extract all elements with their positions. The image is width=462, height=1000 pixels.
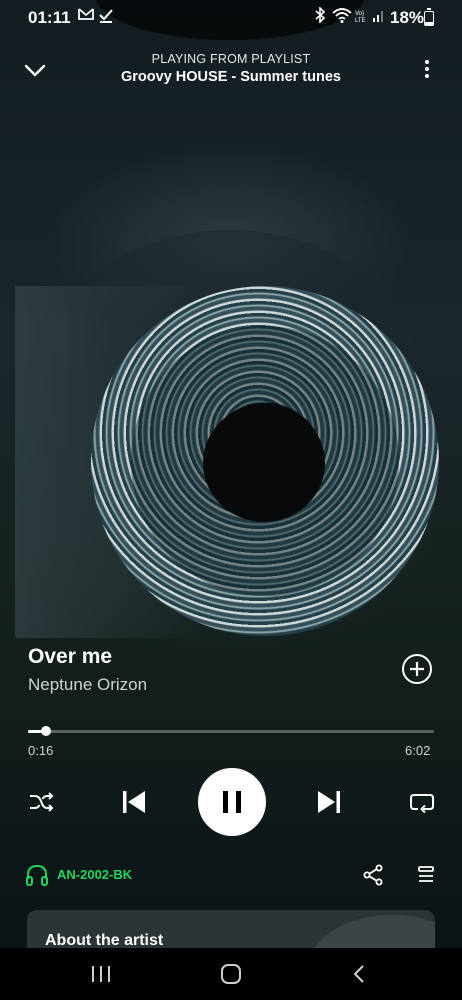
progress-bar[interactable] [28, 726, 434, 736]
download-done-icon [98, 7, 114, 27]
queue-icon[interactable] [415, 865, 437, 885]
total-duration: 6:02 [405, 743, 431, 758]
status-time: 01:11 [28, 8, 71, 27]
battery-icon [424, 8, 434, 26]
playlist-name[interactable]: Groovy HOUSE - Summer tunes [0, 69, 462, 85]
track-title[interactable]: Over me [28, 645, 112, 669]
pause-icon [223, 791, 241, 813]
share-icon[interactable] [362, 864, 384, 886]
artist-photo [307, 915, 435, 950]
back-icon[interactable] [350, 962, 368, 986]
track-artist[interactable]: Neptune Orizon [28, 675, 147, 695]
pause-button[interactable] [198, 768, 266, 836]
volte-icon: Vo) LTE [355, 9, 371, 27]
playing-from-label: PLAYING FROM PLAYLIST [151, 52, 311, 66]
skip-previous-icon[interactable] [120, 788, 148, 816]
signal-icon [372, 7, 386, 27]
repeat-icon[interactable] [408, 789, 436, 815]
battery-percent: 18% [390, 8, 425, 27]
about-artist-card[interactable]: About the artist [27, 910, 435, 950]
more-vertical-icon[interactable] [418, 57, 436, 81]
gmail-notification-icon [78, 7, 94, 25]
headphones-icon [25, 863, 49, 892]
status-bar: 01:11 Vo) LTE 18% [0, 0, 462, 34]
navigation-bar [0, 948, 462, 1000]
shuffle-icon[interactable] [28, 789, 54, 815]
elapsed-time: 0:16 [28, 743, 54, 758]
home-icon[interactable] [219, 962, 243, 986]
svg-text:Vo): Vo) [355, 11, 364, 17]
skip-next-icon[interactable] [315, 788, 343, 816]
progress-handle[interactable] [40, 726, 51, 736]
artwork-disc [91, 286, 439, 636]
album-artwork [15, 286, 445, 638]
bluetooth-icon [314, 6, 326, 27]
svg-text:LTE: LTE [355, 18, 366, 23]
wifi-icon [332, 7, 352, 27]
device-name: AN-2002-BK [57, 867, 133, 882]
recent-apps-icon[interactable] [90, 962, 112, 986]
add-circle-icon[interactable] [401, 653, 433, 685]
